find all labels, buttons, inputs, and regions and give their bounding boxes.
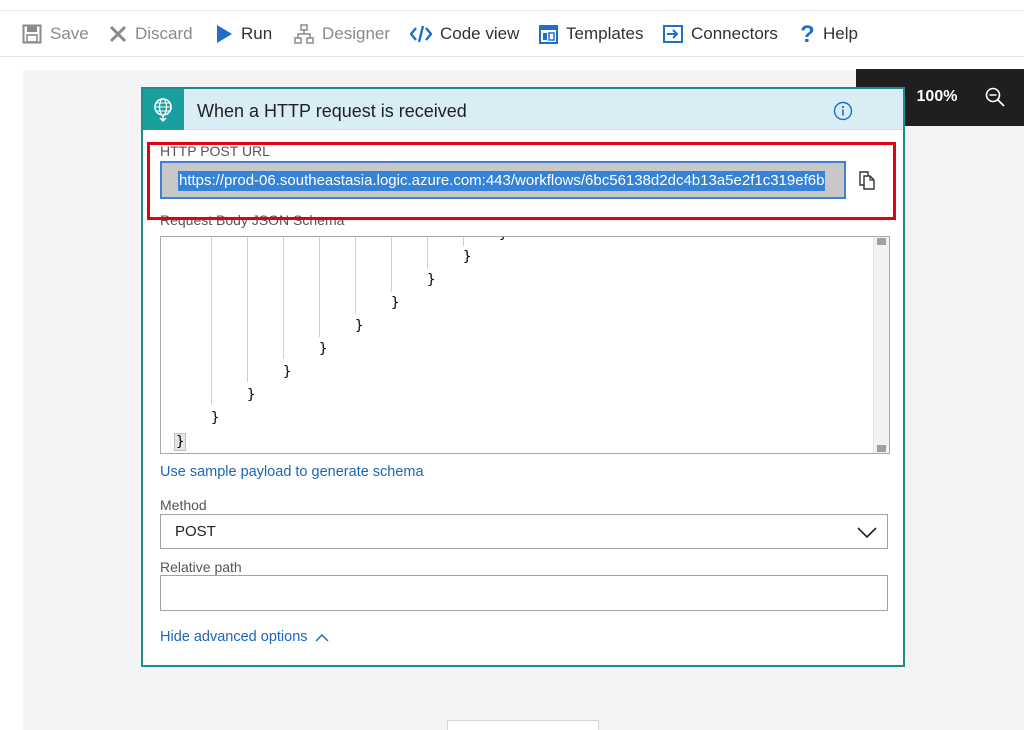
scroll-down-arrow[interactable] — [877, 445, 886, 452]
hide-advanced-options-label: Hide advanced options — [160, 629, 308, 645]
indent-guide — [319, 237, 320, 337]
schema-brace: } — [499, 237, 507, 242]
chevron-up-icon — [315, 633, 329, 641]
indent-guide — [355, 237, 356, 314]
help-label: Help — [823, 24, 858, 43]
method-label: Method — [160, 497, 207, 513]
indent-guide — [391, 237, 392, 292]
connectors-button[interactable]: Connectors — [663, 21, 778, 47]
templates-label: Templates — [566, 24, 644, 43]
schema-brace: } — [355, 318, 364, 334]
chevron-down-icon — [857, 527, 877, 539]
designer-icon — [294, 24, 314, 44]
schema-brace: } — [247, 387, 256, 403]
json-schema-editor[interactable]: } } } } } } } } } } — [160, 236, 890, 454]
run-button[interactable]: Run — [216, 21, 272, 47]
indent-guide — [211, 237, 212, 405]
connectors-label: Connectors — [691, 24, 778, 43]
info-icon[interactable] — [833, 101, 853, 121]
schema-brace: } — [211, 410, 220, 426]
save-label: Save — [50, 24, 89, 43]
designer-label: Designer — [322, 24, 391, 43]
indent-guide — [247, 237, 248, 382]
discard-icon — [109, 25, 127, 43]
svg-text:?: ? — [800, 23, 815, 45]
sample-payload-link[interactable]: Use sample payload to generate schema — [160, 464, 424, 480]
method-dropdown[interactable]: POST — [160, 514, 888, 549]
schema-brace: } — [463, 249, 472, 265]
indent-guide — [427, 237, 428, 269]
connectors-icon — [663, 25, 683, 43]
zoom-out-icon[interactable] — [984, 86, 1006, 108]
trigger-card-header[interactable]: When a HTTP request is received — [143, 89, 903, 130]
schema-brace: } — [427, 272, 436, 288]
help-icon: ? — [800, 23, 815, 45]
http-trigger-icon — [154, 98, 172, 123]
save-icon — [22, 24, 42, 44]
hide-advanced-options-toggle[interactable]: Hide advanced options — [160, 629, 329, 645]
discard-button[interactable]: Discard — [109, 21, 193, 47]
schema-brace: } — [283, 364, 292, 380]
trigger-icon-tile — [143, 89, 184, 130]
scroll-up-arrow[interactable] — [877, 238, 886, 245]
schema-brace: } — [391, 295, 400, 311]
zoom-level: 100% — [916, 88, 958, 105]
schema-brace: } — [319, 341, 328, 357]
help-button[interactable]: ? Help — [799, 21, 858, 47]
indent-guide — [283, 237, 284, 359]
designer-toolbar: Save Discard Run Designer Code view Temp… — [0, 11, 1024, 57]
templates-icon — [539, 24, 558, 44]
code-view-icon — [410, 25, 432, 43]
run-label: Run — [241, 24, 273, 43]
save-button[interactable]: Save — [22, 21, 89, 47]
schema-brace-cursor: } — [174, 433, 187, 451]
trigger-title: When a HTTP request is received — [197, 101, 467, 121]
code-view-label: Code view — [440, 24, 520, 43]
indent-guide — [463, 237, 464, 246]
editor-scrollbar[interactable] — [873, 237, 889, 453]
relative-path-label: Relative path — [160, 559, 242, 575]
method-value: POST — [175, 523, 216, 540]
templates-button[interactable]: Templates — [539, 21, 643, 47]
next-step-card-edge — [447, 720, 599, 730]
run-icon — [217, 25, 232, 43]
designer-button[interactable]: Designer — [294, 21, 390, 47]
discard-label: Discard — [135, 24, 193, 43]
url-highlight-box — [147, 142, 896, 220]
relative-path-input[interactable] — [160, 575, 888, 611]
code-view-button[interactable]: Code view — [410, 21, 519, 47]
logic-app-designer: Save Discard Run Designer Code view Temp… — [0, 0, 1024, 730]
